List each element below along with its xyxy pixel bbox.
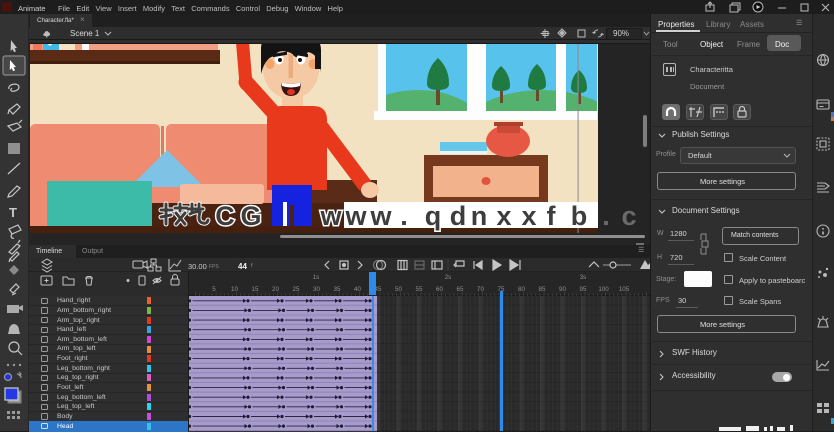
svg-text:.: .	[400, 201, 408, 231]
svg-text:100: 100	[598, 286, 609, 293]
svg-text:80: 80	[518, 286, 525, 293]
svg-text:G: G	[240, 201, 261, 231]
svg-text:2s: 2s	[445, 274, 452, 281]
svg-text:FPS: FPS	[209, 264, 219, 270]
svg-text:44: 44	[238, 262, 247, 271]
svg-text:x: x	[496, 201, 511, 231]
svg-text:d: d	[450, 201, 467, 231]
svg-text:x: x	[521, 201, 536, 231]
svg-text:105: 105	[619, 286, 630, 293]
svg-text:T: T	[9, 205, 17, 220]
svg-text:95: 95	[580, 286, 587, 293]
svg-text:70: 70	[477, 286, 484, 293]
svg-text:1s: 1s	[313, 274, 320, 281]
svg-text:c: c	[621, 201, 636, 231]
svg-text:30: 30	[313, 286, 320, 293]
svg-text:n: n	[471, 201, 488, 231]
svg-text:b: b	[571, 201, 588, 231]
svg-text:15: 15	[252, 286, 259, 293]
svg-text:55: 55	[416, 286, 423, 293]
svg-text:25: 25	[293, 286, 300, 293]
svg-text:65: 65	[457, 286, 464, 293]
svg-text:3s: 3s	[580, 274, 587, 281]
svg-text:5: 5	[212, 286, 216, 293]
svg-text:w: w	[344, 201, 367, 231]
svg-text:90: 90	[559, 286, 566, 293]
svg-text:50: 50	[395, 286, 402, 293]
svg-text:w: w	[369, 201, 392, 231]
svg-text:q: q	[425, 201, 442, 231]
svg-text:60: 60	[436, 286, 443, 293]
svg-text:40: 40	[354, 286, 361, 293]
svg-text:10: 10	[231, 286, 238, 293]
svg-text:w: w	[319, 201, 342, 231]
svg-text:f: f	[547, 201, 557, 231]
svg-text:85: 85	[539, 286, 546, 293]
svg-text:.: .	[602, 201, 610, 231]
svg-text:35: 35	[334, 286, 341, 293]
svg-text:30.00: 30.00	[188, 262, 207, 271]
svg-text:f: f	[251, 263, 253, 269]
svg-text:C: C	[215, 201, 235, 231]
svg-text:20: 20	[272, 286, 279, 293]
